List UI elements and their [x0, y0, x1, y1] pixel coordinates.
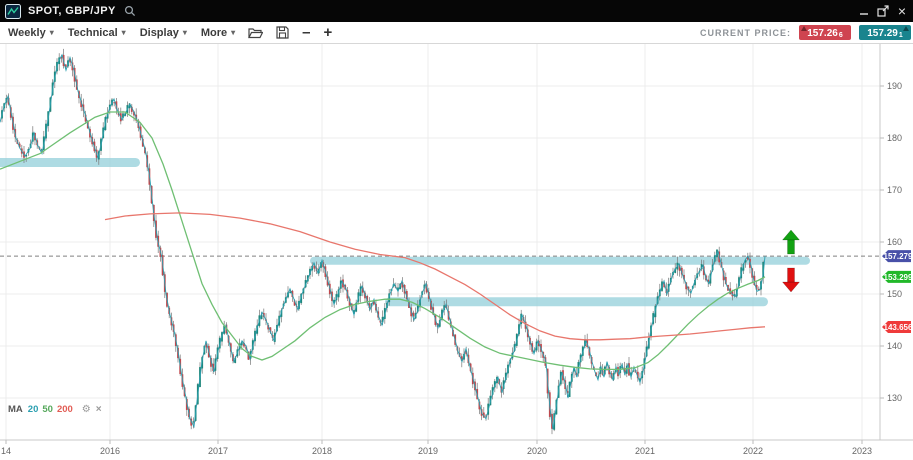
svg-text:2020: 2020 [527, 446, 547, 456]
svg-text:130: 130 [887, 393, 902, 403]
svg-text:160: 160 [887, 237, 902, 247]
ma-label: MA [8, 404, 23, 415]
bid-price-pip: 6 [839, 32, 843, 39]
minimize-button[interactable] [856, 3, 872, 19]
svg-text:180: 180 [887, 133, 902, 143]
svg-text:2021: 2021 [635, 446, 655, 456]
close-button[interactable]: × [894, 3, 910, 19]
svg-text:153.299: 153.299 [884, 273, 913, 282]
timeframe-menu-label: Weekly [8, 27, 46, 39]
ma-period-20: 20 [28, 404, 39, 415]
svg-text:150: 150 [887, 289, 902, 299]
display-menu[interactable]: Display ▾ [140, 27, 187, 39]
open-folder-icon[interactable] [248, 27, 263, 39]
symbol-title: SPOT, GBP/JPY [28, 5, 116, 17]
price-chart-canvas[interactable]: 190 180 170 160 150 140 130 157.279 153.299 143.6… [0, 44, 913, 460]
ma-indicator-legend: MA 2050 200 ⚙ × [8, 404, 102, 415]
grid-layer [0, 44, 880, 440]
svg-text:2022: 2022 [743, 446, 763, 456]
time-axis: 14 2016 2017 2018 2019 2020 2021 2022 2023 [0, 440, 913, 460]
ma-period-200: 200 [57, 404, 73, 415]
svg-text:2017: 2017 [208, 446, 228, 456]
bid-price-badge: 157.266 [799, 25, 851, 40]
app-logo-icon [5, 4, 21, 19]
current-price-label: CURRENT PRICE: [700, 28, 791, 38]
titlebar: SPOT, GBP/JPY × [0, 0, 913, 22]
svg-text:2019: 2019 [418, 446, 438, 456]
indicator-settings-gear-icon[interactable]: ⚙ [82, 405, 91, 415]
display-menu-label: Display [140, 27, 179, 39]
svg-text:190: 190 [887, 81, 902, 91]
down-arrow [783, 268, 800, 292]
technical-menu[interactable]: Technical ▾ [68, 27, 126, 39]
chart-area[interactable]: 190 180 170 160 150 140 130 157.279 153.299 143.6… [0, 44, 913, 460]
svg-text:157.279: 157.279 [884, 252, 913, 261]
chevron-down-icon: ▾ [183, 28, 187, 37]
tick-up-icon [903, 26, 909, 31]
chevron-down-icon: ▾ [50, 28, 54, 37]
zoom-out-icon[interactable]: – [302, 28, 310, 38]
ask-price-pip: 1 [899, 32, 903, 39]
svg-text:2016: 2016 [100, 446, 120, 456]
indicator-remove-icon[interactable]: × [96, 405, 102, 415]
tick-up-icon [801, 26, 807, 31]
zones-layer [0, 158, 810, 306]
ask-price-value: 157.29 [867, 28, 898, 39]
chevron-down-icon: ▾ [231, 28, 235, 37]
more-menu-label: More [201, 27, 227, 39]
svg-text:140: 140 [887, 341, 902, 351]
price-axis: 190 180 170 160 150 140 130 157.279 153.299 143.6… [880, 44, 913, 460]
timeframe-menu[interactable]: Weekly ▾ [8, 27, 54, 39]
technical-menu-label: Technical [68, 27, 118, 39]
more-menu[interactable]: More ▾ [201, 27, 235, 39]
save-icon[interactable] [276, 26, 289, 39]
svg-text:2018: 2018 [312, 446, 332, 456]
ask-price-badge: 157.291 [859, 25, 911, 40]
ma-period-50: 50 [42, 404, 53, 415]
candles-layer [1, 49, 764, 434]
svg-text:170: 170 [887, 185, 902, 195]
svg-text:14: 14 [1, 446, 11, 456]
zoom-in-icon[interactable]: + [323, 28, 332, 38]
popout-button[interactable] [875, 3, 891, 19]
search-icon[interactable] [124, 5, 136, 17]
chevron-down-icon: ▾ [122, 28, 126, 37]
bid-price-value: 157.26 [807, 28, 838, 39]
svg-text:143.656: 143.656 [884, 323, 913, 332]
svg-text:2023: 2023 [852, 446, 872, 456]
chart-toolbar: Weekly ▾ Technical ▾ Display ▾ More ▾ – … [0, 22, 913, 44]
ma-periods: 2050 200 [28, 404, 77, 415]
